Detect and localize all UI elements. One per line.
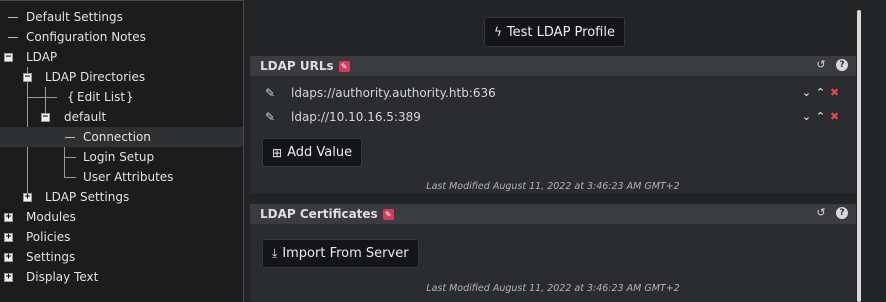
undo-icon[interactable]: ↺ <box>815 207 827 219</box>
chevron-up-icon[interactable]: ⌃ <box>815 107 826 127</box>
brace-close: } <box>126 90 134 104</box>
tree-item-label: Connection <box>83 130 151 144</box>
tree-item-label: Configuration Notes <box>26 30 146 44</box>
tree-item-user-attributes[interactable]: User Attributes <box>0 167 243 187</box>
collapse-icon[interactable]: − <box>4 53 13 62</box>
expand-icon[interactable]: + <box>4 233 13 242</box>
pencil-icon[interactable]: ✎ <box>382 208 394 220</box>
tree-item-label: default <box>64 110 107 124</box>
collapse-icon[interactable]: − <box>23 73 32 82</box>
plus-square-icon: ⊞ <box>272 145 283 160</box>
close-icon[interactable]: ✖ <box>829 107 840 127</box>
vertical-scrollbar[interactable] <box>857 10 861 302</box>
bolt-icon: ϟ <box>494 25 502 39</box>
help-icon[interactable]: ? <box>836 207 848 219</box>
brace-open: { <box>67 90 75 104</box>
undo-icon[interactable]: ↺ <box>815 59 827 71</box>
chevron-down-icon[interactable]: ⌄ <box>801 83 812 103</box>
ldap-urls-panel: LDAP URLs ✎ ↺ ? ✎ ldaps://authority.auth… <box>250 56 856 193</box>
panel-header: LDAP URLs ✎ ↺ ? <box>250 56 856 76</box>
tree-leaf-marker <box>65 137 75 138</box>
tree-item-modules[interactable]: + Modules <box>0 207 243 227</box>
ldap-url-value[interactable]: ldaps://authority.authority.htb:636 <box>291 83 496 103</box>
ldap-certificates-panel: LDAP Certificates ✎ ↺ ? ⤓ Import From Se… <box>250 204 856 302</box>
pencil-icon[interactable]: ✎ <box>265 107 275 127</box>
chevron-up-icon[interactable]: ⌃ <box>815 83 826 103</box>
test-ldap-profile-button[interactable]: ϟ Test LDAP Profile <box>484 17 625 47</box>
last-modified: Last Modified August 11, 2022 at 3:46:23… <box>426 181 680 192</box>
ldap-url-value[interactable]: ldap://10.10.16.5:389 <box>291 107 421 127</box>
help-icon[interactable]: ? <box>836 59 848 71</box>
panel-header: LDAP Certificates ✎ ↺ ? <box>250 204 856 224</box>
tree-item-configuration-notes[interactable]: Configuration Notes <box>0 27 243 47</box>
panel-title: LDAP Certificates <box>260 207 378 221</box>
tree-leaf-marker <box>8 17 18 18</box>
tree-item-label: Login Setup <box>83 150 155 164</box>
tree-item-settings[interactable]: + Settings <box>0 247 243 267</box>
expand-icon[interactable]: + <box>4 213 13 222</box>
settings-tree: Default Settings Configuration Notes − L… <box>0 0 244 302</box>
tree-item-label: Policies <box>26 230 71 244</box>
add-value-button[interactable]: ⊞ Add Value <box>262 138 363 167</box>
ldap-url-row: ✎ ldap://10.10.16.5:389 ⌄ ⌃ ✖ <box>265 107 850 127</box>
tree-item-policies[interactable]: + Policies <box>0 227 243 247</box>
download-icon: ⤓ <box>272 246 278 260</box>
collapse-icon[interactable]: − <box>41 113 50 122</box>
panel-title: LDAP URLs <box>260 59 334 73</box>
tree-item-login-setup[interactable]: Login Setup <box>0 147 243 167</box>
tree-item-ldap-directories[interactable]: − LDAP Directories <box>0 67 243 87</box>
tree-item-label: Default Settings <box>26 10 123 24</box>
pencil-icon[interactable]: ✎ <box>265 83 275 103</box>
tree-item-label: LDAP <box>26 50 58 64</box>
tree-item-connection[interactable]: Connection <box>0 127 243 147</box>
tree-item-label: LDAP Settings <box>45 190 130 204</box>
import-from-server-label: Import From Server <box>282 246 409 261</box>
ldap-url-row: ✎ ldaps://authority.authority.htb:636 ⌄ … <box>265 83 850 103</box>
pencil-icon[interactable]: ✎ <box>338 60 350 72</box>
tree-item-edit-list[interactable]: { Edit List } <box>0 87 243 107</box>
tree-item-label: Display Text <box>26 270 99 284</box>
tree-item-label: Settings <box>26 250 76 264</box>
tree-item-label: User Attributes <box>83 170 174 184</box>
tree-item-default-settings[interactable]: Default Settings <box>0 7 243 27</box>
tree-item-ldap-settings[interactable]: + LDAP Settings <box>0 187 243 207</box>
tree-item-label: Modules <box>26 210 76 224</box>
tree-leaf-marker <box>8 37 18 38</box>
tree-item-label: Edit List <box>77 90 126 104</box>
expand-icon[interactable]: + <box>4 273 13 282</box>
tree-item-display-text[interactable]: + Display Text <box>0 267 243 287</box>
test-ldap-profile-label: Test LDAP Profile <box>506 24 615 40</box>
add-value-label: Add Value <box>287 145 353 160</box>
expand-icon[interactable]: + <box>4 253 13 262</box>
tree-item-default[interactable]: − default <box>0 107 243 127</box>
tree-item-label: LDAP Directories <box>45 70 146 84</box>
tree-item-ldap[interactable]: − LDAP <box>0 47 243 67</box>
import-from-server-button[interactable]: ⤓ Import From Server <box>262 239 419 268</box>
last-modified: Last Modified August 11, 2022 at 3:46:23… <box>426 283 680 294</box>
chevron-down-icon[interactable]: ⌄ <box>801 107 812 127</box>
expand-icon[interactable]: + <box>23 193 32 202</box>
close-icon[interactable]: ✖ <box>829 83 840 103</box>
